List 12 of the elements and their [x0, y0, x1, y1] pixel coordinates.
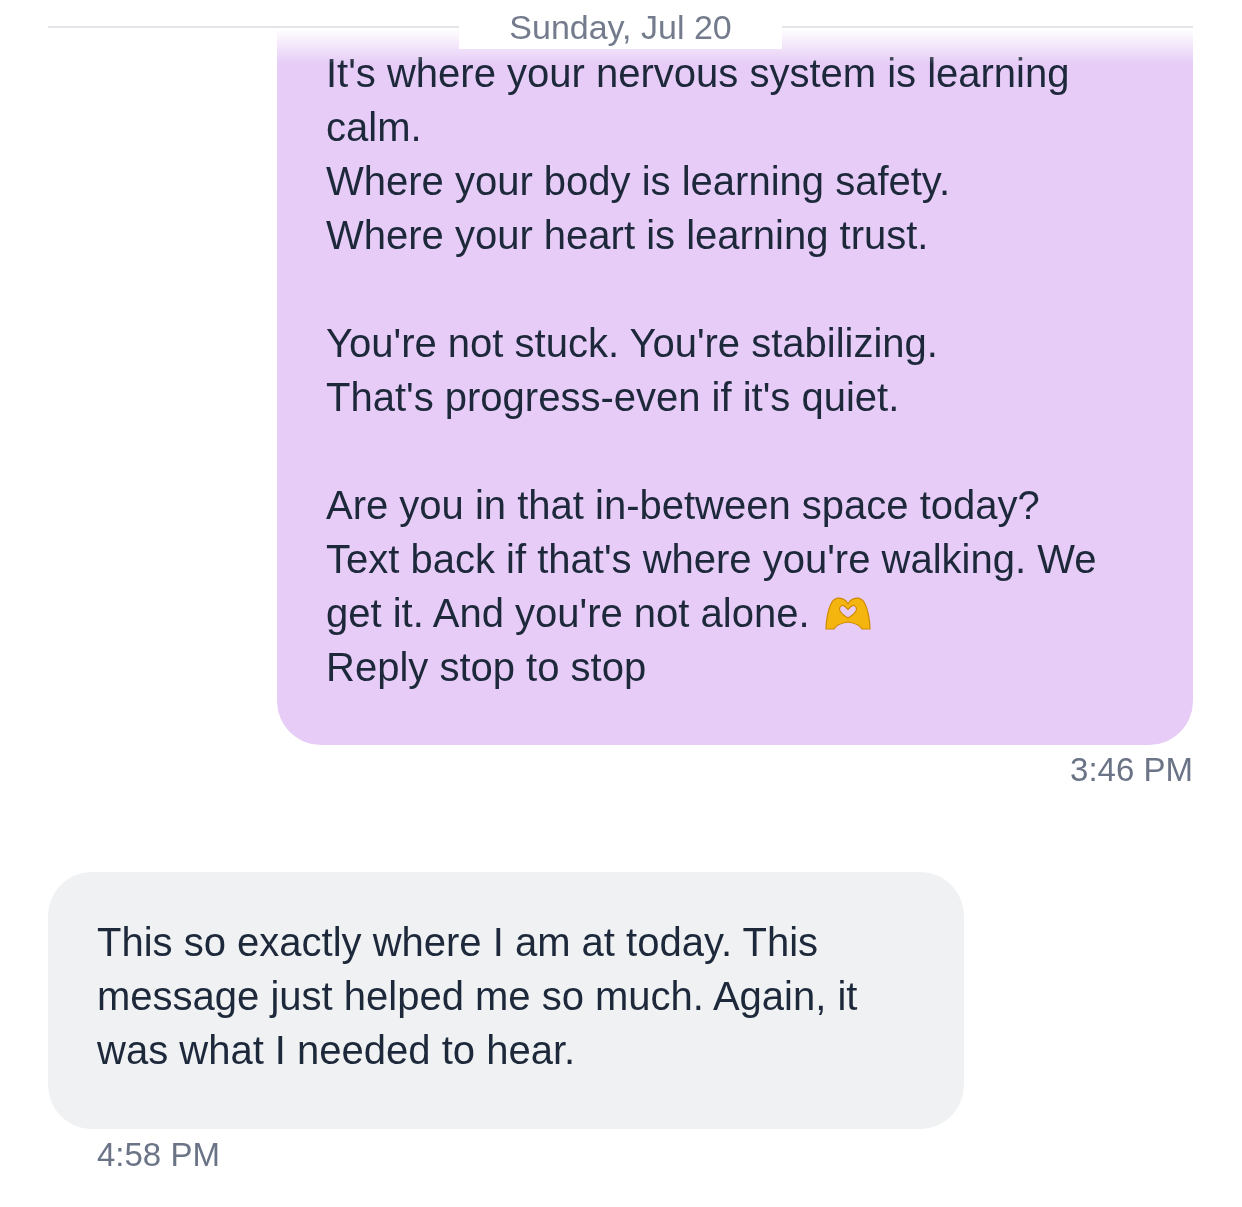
- message-text: You're not stuck. You're stabilizing.: [326, 321, 938, 365]
- message-text: Where your body is learning safety.: [326, 159, 950, 203]
- message-text: This so exactly where I am at today. This message just helped me so much. Again, it was what I needed to hear.: [97, 920, 858, 1072]
- message-text: That's progress-even if it's quiet.: [326, 375, 900, 419]
- message-text: get it. And you're not alone.: [326, 591, 810, 635]
- message-time: 3:46 PM: [1070, 750, 1193, 790]
- message-text: It's where your nervous system is learning calm.: [326, 51, 1070, 149]
- message-text: Where your heart is learning trust.: [326, 213, 929, 257]
- message-time: 4:58 PM: [96, 1135, 220, 1175]
- message-text: Are you in that in-between space today?: [326, 483, 1040, 527]
- message-text: Text back if that's where you're walking. We: [326, 537, 1097, 581]
- message-text: Reply stop to stop: [326, 645, 647, 689]
